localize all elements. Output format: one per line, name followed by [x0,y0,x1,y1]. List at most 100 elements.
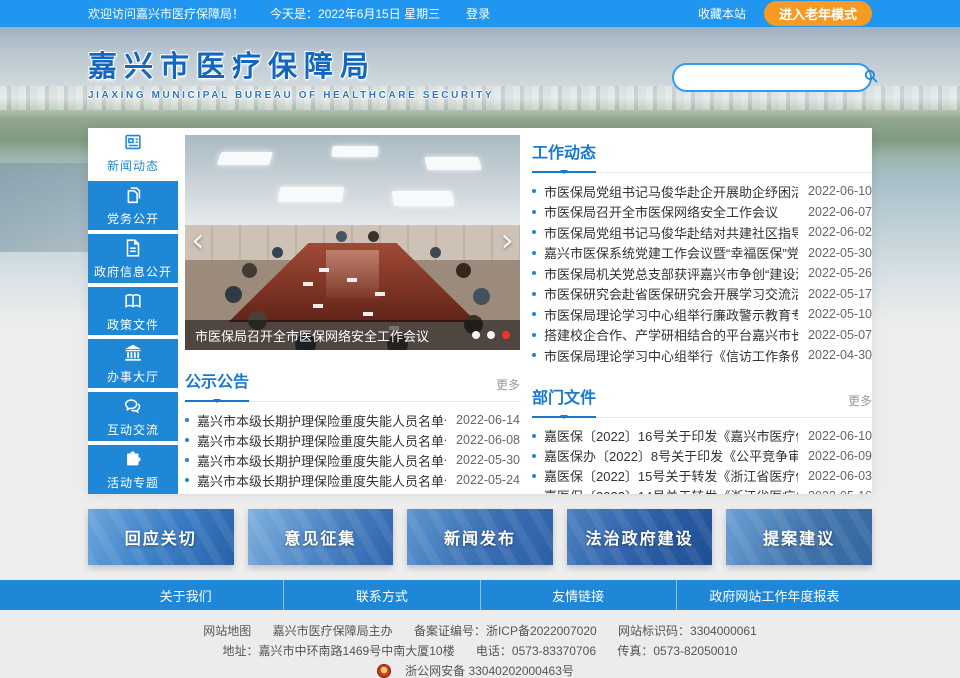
banner-rule-of-law[interactable]: 法治政府建设 [567,509,713,565]
footer-nav-about[interactable]: 关于我们 [88,580,283,610]
more-link[interactable]: 更多 [848,392,872,417]
news-link[interactable]: 市医保局机关党总支部获评嘉兴市争创“建设清廉机... [544,264,798,283]
bullet-icon [532,312,536,316]
list-item: 市医保局党组书记马俊华赴结对共建社区指导全国文...2022-06-02 [532,222,872,243]
banner-label: 回应关切 [125,525,197,549]
elder-mode-button[interactable]: 进入老年模式 [764,1,872,26]
site-subtitle: JIAXING MUNICIPAL BUREAU OF HEALTHCARE S… [88,90,494,101]
news-link[interactable]: 嘉医保〔2022〕15号关于转发《浙江省医疗保... [544,466,798,485]
right-column: 工作动态 市医保局党组书记马俊华赴企开展助企纾困活动 2022-06-10 市医保… [532,135,872,486]
carousel-prev-icon[interactable]: ‹ [191,223,205,257]
icp-record: 备案证编号：浙ICP备2022007020 [414,624,597,638]
topbar-left: 欢迎访问嘉兴市医疗保障局！ 今天是：2022年6月15日 星期三 登录 [88,5,490,22]
carousel-dot[interactable] [487,331,495,339]
news-link[interactable]: 市医保局理论学习中心组举行廉政警示教育专题学习... [544,305,798,324]
site-footer: 网站地图 嘉兴市医疗保障局主办 备案证编号：浙ICP备2022007020 网站… [0,610,960,678]
news-date: 2022-06-03 [808,469,872,483]
bullet-icon [532,353,536,357]
bullet-icon [532,474,536,478]
address-text: 地址：嘉兴市中环南路1469号中南大厦10楼 [223,644,455,658]
sitemap-link[interactable]: 网站地图 [203,624,251,638]
section-notices: 公示公告 更多 嘉兴市本级长期护理保险重度失能人员名单公示（2... 2022-0… [185,368,520,490]
sidebar-item-policy-files[interactable]: 政策文件 [88,287,178,336]
news-link[interactable]: 嘉兴市本级长期护理保险重度失能人员名单公示（2... [197,471,446,490]
section-title: 公示公告 [185,368,249,402]
bullet-icon [532,230,536,234]
news-link[interactable]: 嘉医保〔2022〕16号关于印发《嘉兴市医疗保... [544,426,798,445]
carousel-dot-active[interactable] [502,331,510,339]
news-link[interactable]: 市医保局召开全市医保网络安全工作会议 [544,202,798,221]
section-title: 部门文件 [532,384,596,418]
search-input[interactable] [686,70,862,85]
bullet-icon [185,458,189,462]
bullet-icon [532,434,536,438]
sidebar-item-service-hall[interactable]: 办事大厅 [88,339,178,388]
carousel-dot[interactable] [472,331,480,339]
news-link[interactable]: 市医保研究会赴省医保研究会开展学习交流活动 [544,284,798,303]
search-button[interactable] [862,68,880,88]
sidebar-item-label: 党务公开 [107,210,159,227]
news-link[interactable]: 嘉兴市本级长期护理保险重度失能人员名单公示（2... [197,411,446,430]
section-header: 部门文件 更多 [532,384,872,418]
sidebar-item-special-topics[interactable]: 活动专题 [88,445,178,494]
bullet-icon [532,333,536,337]
banner-label: 法治政府建设 [586,525,694,549]
sidebar-item-news[interactable]: 新闻动态 [88,128,178,177]
carousel-next-icon[interactable]: › [500,223,514,257]
login-link[interactable]: 登录 [466,5,490,22]
news-date: 2022-06-10 [808,184,872,198]
sidebar-item-interaction[interactable]: 互动交流 [88,392,178,441]
news-link[interactable]: 嘉医保〔2022〕14号关于转发《浙江省医疗保... [544,486,798,494]
organizer-text: 嘉兴市医疗保障局主办 [273,624,393,638]
banner-opinion-collection[interactable]: 意见征集 [248,509,394,565]
footer-nav-annual-report[interactable]: 政府网站工作年度报表 [676,580,872,610]
carousel-caption[interactable]: 市医保局召开全市医保网络安全工作会议 [195,326,464,345]
site-title-block: 嘉兴市医疗保障局 JIAXING MUNICIPAL BUREAU OF HEA… [88,43,494,101]
news-date: 2022-06-09 [808,449,872,463]
sidebar-item-gov-info[interactable]: 政府信息公开 [88,234,178,283]
sidebar-item-party-affairs[interactable]: 党务公开 [88,181,178,230]
carousel-dots [472,331,510,339]
list-item: 嘉医保〔2022〕16号关于印发《嘉兴市医疗保... 2022-06-10 [532,426,872,446]
news-link[interactable]: 嘉兴市医保系统党建工作会议暨“幸福医保”党建联... [544,243,798,262]
banner-proposals[interactable]: 提案建议 [726,509,872,565]
news-link[interactable]: 搭建校企合作、产学研相结合的平台嘉兴市长期护理... [544,325,798,344]
banner-news-release[interactable]: 新闻发布 [407,509,553,565]
footer-nav-contact[interactable]: 联系方式 [283,580,479,610]
dept-files-list: 嘉医保〔2022〕16号关于印发《嘉兴市医疗保... 2022-06-10 嘉医保… [532,426,872,495]
news-link[interactable]: 嘉医保办〔2022〕8号关于印发《公平竞争审查... [544,446,798,465]
section-dept-files: 部门文件 更多 嘉医保〔2022〕16号关于印发《嘉兴市医疗保... 2022-0… [532,384,872,495]
section-title: 工作动态 [532,139,596,173]
news-date: 2022-05-07 [808,328,872,342]
favorite-link[interactable]: 收藏本站 [698,5,746,22]
section-work-news: 工作动态 市医保局党组书记马俊华赴企开展助企纾困活动 2022-06-10 市医保… [532,139,872,366]
news-date: 2022-06-10 [808,429,872,443]
carousel-caption-bar: 市医保局召开全市医保网络安全工作会议 [185,320,520,350]
left-column: ‹ › 市医保局召开全市医保网络安全工作会议 公示公告 [185,135,520,486]
public-security-badge-icon [377,664,391,678]
news-link[interactable]: 市医保局理论学习中心组举行《信访工作条例》专题... [544,346,798,365]
bank-icon [122,342,144,364]
footer-nav-links[interactable]: 友情链接 [480,580,676,610]
bullet-icon [532,189,536,193]
news-link[interactable]: 市医保局党组书记马俊华赴企开展助企纾困活动 [544,182,798,201]
news-link[interactable]: 嘉兴市本级长期护理保险重度失能人员名单公示（2... [197,451,446,470]
news-link[interactable]: 市医保局党组书记马俊华赴结对共建社区指导全国文... [544,223,798,242]
list-item: 嘉医保〔2022〕15号关于转发《浙江省医疗保... 2022-06-03 [532,466,872,486]
site-code: 网站标识码：3304000061 [618,624,757,638]
fax-text: 传真：0573-82050010 [617,644,737,658]
puzzle-icon [122,448,144,470]
book-icon [122,290,144,312]
list-item: 嘉兴市本级长期护理保险重度失能人员名单公示（2... 2022-05-24 [185,470,520,490]
news-date: 2022-05-24 [456,473,520,487]
banner-respond-concerns[interactable]: 回应关切 [88,509,234,565]
more-link[interactable]: 更多 [496,376,520,401]
banner-row: 回应关切 意见征集 新闻发布 法治政府建设 提案建议 [88,509,872,565]
news-link[interactable]: 嘉兴市本级长期护理保险重度失能人员名单公示（2... [197,431,446,450]
main-card: 新闻动态 党务公开 政府信息公开 政策文件 [88,128,872,494]
sidebar-item-label: 新闻动态 [107,157,159,174]
sidebar: 新闻动态 党务公开 政府信息公开 政策文件 [88,128,178,494]
news-carousel: ‹ › 市医保局召开全市医保网络安全工作会议 [185,135,520,350]
bullet-icon [532,292,536,296]
security-record-link[interactable]: 浙公网安备 33040202000463号 [377,664,583,678]
